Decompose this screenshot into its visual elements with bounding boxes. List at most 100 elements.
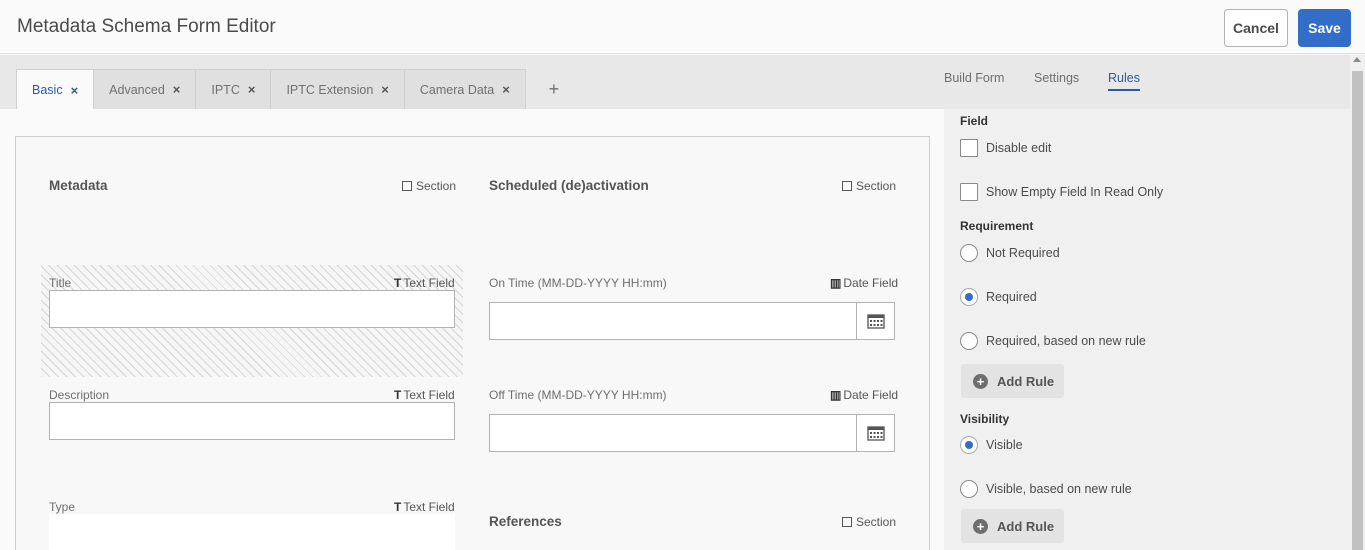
section-icon <box>402 181 412 191</box>
section-tag: Section <box>842 179 896 193</box>
scrollbar-thumb[interactable] <box>1352 71 1363 550</box>
form-editor-area: Basic × Advanced × IPTC × IPTC Extension… <box>0 55 944 550</box>
calendar-icon <box>866 314 885 329</box>
section-icon <box>842 517 852 527</box>
form-box: Metadata Section Title T Text Field Desc… <box>15 136 930 550</box>
date-picker-button[interactable] <box>856 302 895 340</box>
show-empty-option[interactable]: Show Empty Field In Read Only <box>960 183 1163 201</box>
text-field-icon: T <box>394 388 402 402</box>
tab-settings[interactable]: Settings <box>1034 71 1079 85</box>
properties-panel: Build Form Settings Rules Field Disable … <box>944 55 1350 550</box>
scroll-up-arrow-icon[interactable] <box>1353 57 1361 62</box>
section-icon <box>842 181 852 191</box>
disable-edit-option[interactable]: Disable edit <box>960 139 1051 157</box>
section-tag-label: Section <box>856 179 897 193</box>
section-title-metadata: Metadata <box>49 178 108 193</box>
field-label-off-time: Off Time (MM-DD-YYYY HH:mm) <box>489 388 667 402</box>
header-bar: Metadata Schema Form Editor Cancel Save <box>0 0 1365 54</box>
close-icon[interactable]: × <box>248 82 256 97</box>
add-rule-button[interactable]: + Add Rule <box>961 364 1064 398</box>
option-label: Required <box>986 290 1037 304</box>
field-type-label: Text Field <box>403 388 455 402</box>
radio-button-selected[interactable] <box>960 288 978 306</box>
calendar-icon: ▥ <box>830 276 842 290</box>
field-type-label: Date Field <box>843 388 899 402</box>
calendar-icon <box>866 426 885 441</box>
radio-button-selected[interactable] <box>960 436 978 454</box>
scrollbar[interactable] <box>1350 55 1365 550</box>
show-empty-label: Show Empty Field In Read Only <box>986 185 1164 199</box>
add-rule-button[interactable]: + Add Rule <box>961 509 1064 543</box>
tab-rules[interactable]: Rules <box>1108 71 1140 91</box>
tab-iptc-extension[interactable]: IPTC Extension × <box>271 69 405 109</box>
tab-label: IPTC <box>211 82 240 97</box>
section-tag-label: Section <box>856 515 897 529</box>
visible-option[interactable]: Visible <box>960 436 1023 454</box>
visible-rule-option[interactable]: Visible, based on new rule <box>960 480 1132 498</box>
disable-edit-checkbox[interactable] <box>960 139 978 157</box>
tab-label: IPTC Extension <box>286 82 374 97</box>
option-label: Not Required <box>986 246 1060 260</box>
option-label: Required, based on new rule <box>986 334 1146 348</box>
date-picker-button[interactable] <box>856 414 895 452</box>
tab-label: Basic <box>32 83 63 97</box>
radio-button[interactable] <box>960 244 978 262</box>
field-type-badge: T Text Field <box>394 500 455 514</box>
field-type-label: Date Field <box>843 276 899 290</box>
show-empty-checkbox[interactable] <box>960 183 978 201</box>
field-label-on-time: On Time (MM-DD-YYYY HH:mm) <box>489 276 667 290</box>
section-tag: Section <box>402 179 456 193</box>
page-title: Metadata Schema Form Editor <box>17 16 276 37</box>
not-required-option[interactable]: Not Required <box>960 244 1060 262</box>
radio-button[interactable] <box>960 332 978 350</box>
option-label: Visible <box>986 438 1023 452</box>
type-input[interactable] <box>49 514 455 550</box>
tab-advanced[interactable]: Advanced × <box>94 69 197 109</box>
description-input[interactable] <box>49 402 455 440</box>
requirement-heading: Requirement <box>960 219 1034 233</box>
tab-basic[interactable]: Basic × <box>16 69 95 110</box>
add-rule-label: Add Rule <box>997 518 1055 534</box>
cancel-button[interactable]: Cancel <box>1224 9 1288 47</box>
field-heading: Field <box>960 114 989 128</box>
field-type-label: Text Field <box>403 276 455 290</box>
tab-label: Camera Data <box>419 82 495 97</box>
text-field-icon: T <box>394 276 402 290</box>
close-icon[interactable]: × <box>173 82 181 97</box>
disable-edit-label: Disable edit <box>986 141 1052 155</box>
add-icon: + <box>973 373 988 389</box>
radio-button[interactable] <box>960 480 978 498</box>
required-rule-option[interactable]: Required, based on new rule <box>960 332 1146 350</box>
close-icon[interactable]: × <box>71 83 79 98</box>
field-label-type: Type <box>49 500 76 514</box>
title-input[interactable] <box>49 290 455 328</box>
field-type-badge: ▥ Date Field <box>830 276 898 290</box>
on-time-input[interactable] <box>489 302 857 340</box>
visibility-heading: Visibility <box>960 412 1010 426</box>
tab-build-form[interactable]: Build Form <box>944 71 1004 85</box>
tab-label: Advanced <box>109 82 165 97</box>
field-type-label: Text Field <box>403 500 455 514</box>
save-button[interactable]: Save <box>1298 9 1351 47</box>
tab-camera-data[interactable]: Camera Data × <box>404 69 526 109</box>
off-time-input[interactable] <box>489 414 857 452</box>
add-rule-label: Add Rule <box>997 373 1055 389</box>
field-type-badge: ▥ Date Field <box>830 388 898 402</box>
close-icon[interactable]: × <box>381 82 389 97</box>
tab-iptc[interactable]: IPTC × <box>196 69 272 109</box>
close-icon[interactable]: × <box>502 82 510 97</box>
field-label-title: Title <box>49 276 72 290</box>
field-type-badge: T Text Field <box>394 388 455 402</box>
option-label: Visible, based on new rule <box>986 482 1132 496</box>
rules-panel: Field Disable edit Show Empty Field In R… <box>944 109 1350 550</box>
add-tab-button[interactable]: + <box>526 69 582 109</box>
field-type-badge: T Text Field <box>394 276 455 290</box>
required-option[interactable]: Required <box>960 288 1037 306</box>
section-title-references: References <box>489 514 562 529</box>
form-canvas: Metadata Section Title T Text Field Desc… <box>0 109 944 550</box>
field-label-description: Description <box>49 388 110 402</box>
section-title-scheduled: Scheduled (de)activation <box>489 178 649 193</box>
calendar-icon: ▥ <box>830 388 842 402</box>
text-field-icon: T <box>394 500 402 514</box>
add-icon: + <box>973 518 988 534</box>
